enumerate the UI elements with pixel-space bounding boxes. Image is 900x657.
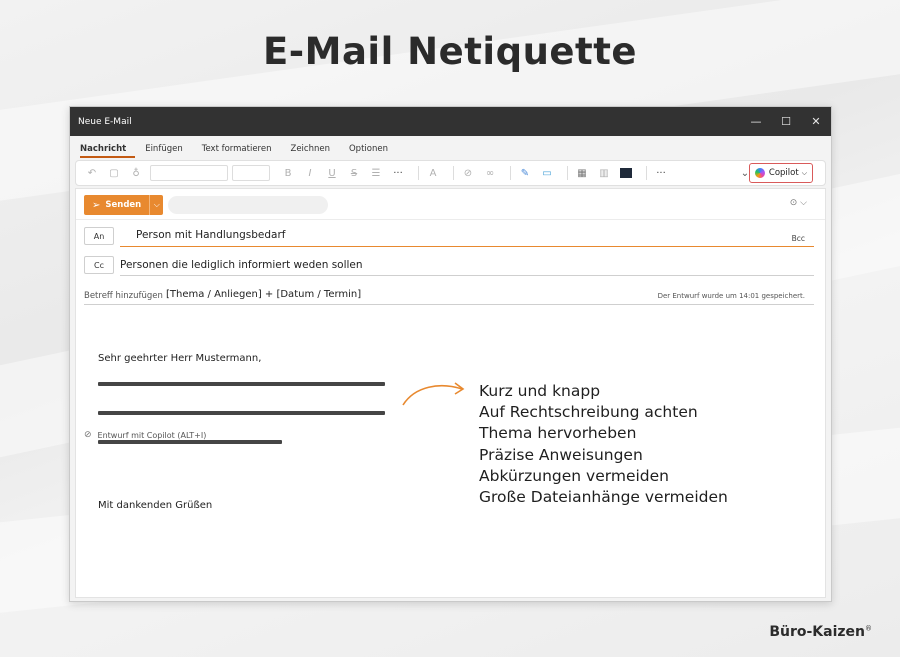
separator bbox=[418, 166, 419, 180]
from-account-pill[interactable] bbox=[168, 196, 328, 214]
copilot-label: Copilot bbox=[768, 168, 799, 178]
styles-icon[interactable]: A bbox=[425, 165, 441, 181]
tab-text-formatieren[interactable]: Text formatieren bbox=[202, 144, 281, 158]
copilot-button[interactable]: Copilot ⌵ bbox=[748, 163, 813, 183]
subject-field[interactable]: [Thema / Anliegen] + [Datum / Termin] bbox=[166, 289, 361, 300]
font-size-select[interactable] bbox=[232, 165, 270, 181]
page-title: E-Mail Netiquette bbox=[263, 30, 637, 73]
subject-label: Betreff hinzufügen bbox=[84, 291, 163, 301]
strikethrough-icon[interactable]: S bbox=[346, 165, 362, 181]
send-button[interactable]: ➢ Senden bbox=[84, 195, 150, 215]
tip-item: Abkürzungen vermeiden bbox=[479, 466, 669, 485]
to-button[interactable]: An bbox=[84, 227, 114, 245]
font-family-select[interactable] bbox=[150, 165, 228, 181]
list-icon[interactable]: ☰ bbox=[368, 165, 384, 181]
tip-item: Präzise Anweisungen bbox=[479, 445, 643, 464]
brand-name: Büro-Kaizen bbox=[769, 624, 865, 640]
to-field[interactable]: Person mit Handlungsbedarf bbox=[136, 229, 285, 241]
ribbon-toolbar: ↶ ▢ ♁ B I U S ☰ ··· A ⊘ ∞ ✎ ▭ ▦ ▥ ··· ⌄ … bbox=[75, 160, 826, 186]
draft-saved-status: Der Entwurf wurde um 14:01 gespeichert. bbox=[657, 292, 805, 300]
netiquette-tips-list: Kurz und knapp Auf Rechtschreibung achte… bbox=[479, 381, 728, 508]
send-options-button[interactable]: ⌵ bbox=[149, 195, 164, 215]
bold-icon[interactable]: B bbox=[280, 165, 296, 181]
window-title: Neue E-Mail bbox=[78, 116, 132, 127]
tab-nachricht[interactable]: Nachricht bbox=[80, 144, 136, 158]
tip-item: Thema hervorheben bbox=[479, 424, 637, 443]
editor-icon[interactable]: ✎ bbox=[517, 165, 533, 181]
meeting-icon[interactable]: ▭ bbox=[539, 165, 555, 181]
attach-icon[interactable]: ⊘ bbox=[460, 165, 476, 181]
subject-underline bbox=[84, 304, 814, 305]
italic-icon[interactable]: I bbox=[302, 165, 318, 181]
to-field-underline bbox=[120, 246, 814, 247]
paste-icon[interactable]: ▢ bbox=[106, 165, 122, 181]
title-bar: Neue E-Mail — ☐ ✕ bbox=[70, 107, 831, 136]
body-placeholder-line bbox=[98, 411, 385, 415]
more-icon[interactable]: ··· bbox=[653, 165, 669, 181]
table-icon[interactable]: ▦ bbox=[574, 165, 590, 181]
tip-item: Kurz und knapp bbox=[479, 382, 601, 400]
divider bbox=[76, 219, 825, 220]
copilot-draft-hint[interactable]: ⊘ Entwurf mit Copilot (ALT+I) bbox=[84, 430, 206, 440]
tab-zeichnen[interactable]: Zeichnen bbox=[291, 144, 339, 158]
cc-field[interactable]: Personen die lediglich informiert weden … bbox=[120, 259, 363, 271]
bcc-button[interactable]: Bcc bbox=[792, 234, 805, 243]
body-placeholder-line bbox=[98, 440, 282, 444]
send-group: ➢ Senden ⌵ bbox=[84, 195, 164, 215]
cc-field-underline bbox=[120, 275, 814, 276]
minimize-button[interactable]: — bbox=[741, 107, 771, 136]
email-closing[interactable]: Mit dankenden Grüßen bbox=[98, 500, 212, 511]
copilot-icon bbox=[754, 168, 765, 178]
format-painter-icon[interactable]: ♁ bbox=[128, 165, 144, 181]
registered-mark: ® bbox=[865, 624, 872, 633]
separator bbox=[646, 166, 647, 180]
email-salutation[interactable]: Sehr geehrter Herr Mustermann, bbox=[98, 353, 261, 364]
separator bbox=[510, 166, 511, 180]
underline-icon[interactable]: U bbox=[324, 165, 340, 181]
cc-button[interactable]: Cc bbox=[84, 256, 114, 274]
tip-item: Auf Rechtschreibung achten bbox=[479, 403, 698, 422]
ribbon-tabs: Nachricht Einfügen Text formatieren Zeic… bbox=[70, 136, 831, 158]
body-placeholder-line bbox=[98, 382, 385, 386]
link-icon[interactable]: ∞ bbox=[482, 165, 498, 181]
maximize-button[interactable]: ☐ bbox=[771, 107, 801, 136]
tab-einfuegen[interactable]: Einfügen bbox=[145, 144, 192, 158]
dark-app-icon[interactable] bbox=[618, 165, 634, 181]
separator bbox=[453, 166, 454, 180]
chart-icon[interactable]: ▥ bbox=[596, 165, 612, 181]
copilot-draft-label: Entwurf mit Copilot (ALT+I) bbox=[97, 430, 207, 440]
more-icon[interactable]: ··· bbox=[390, 165, 406, 181]
undo-icon[interactable]: ↶ bbox=[84, 165, 100, 181]
brand-logo: Büro-Kaizen® bbox=[769, 624, 872, 640]
send-icon: ➢ bbox=[92, 199, 101, 211]
arrow-icon bbox=[402, 382, 465, 406]
tip-item: Große Dateianhänge vermeiden bbox=[479, 488, 728, 507]
tab-optionen[interactable]: Optionen bbox=[349, 144, 397, 158]
help-icon[interactable]: ⊙ ⌵ bbox=[790, 198, 807, 208]
send-label: Senden bbox=[105, 200, 142, 210]
close-button[interactable]: ✕ bbox=[801, 107, 831, 136]
copilot-draft-icon: ⊘ bbox=[84, 430, 92, 440]
separator bbox=[567, 166, 568, 180]
chevron-down-icon: ⌵ bbox=[801, 168, 807, 177]
